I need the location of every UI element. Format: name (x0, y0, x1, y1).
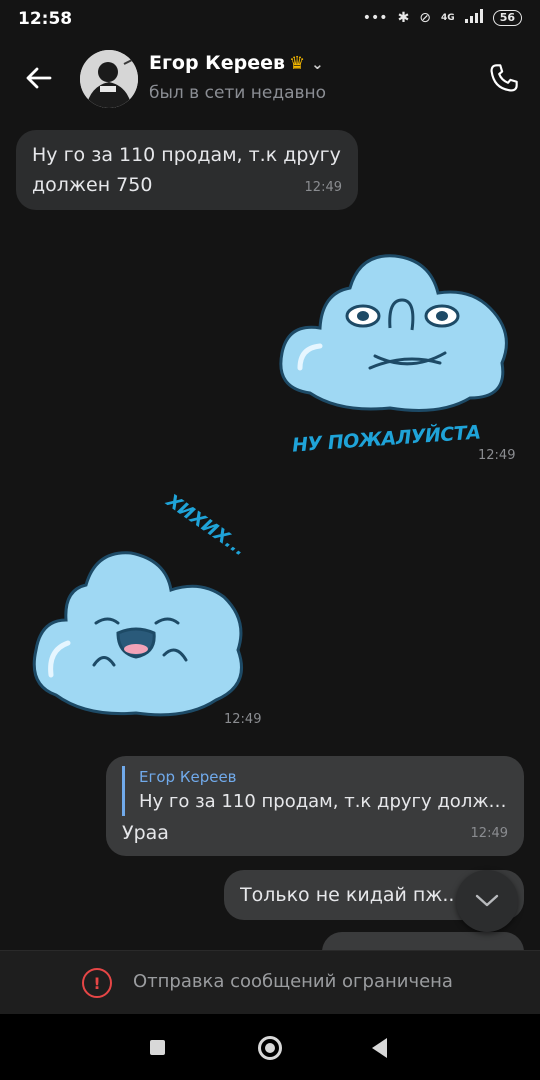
message-text: Ну го за 110 продам, т.к другу должен 75… (32, 144, 341, 196)
message-time: 12:49 (478, 448, 516, 463)
battery-icon: 56 (492, 10, 522, 26)
home-button[interactable] (258, 1036, 282, 1060)
status-bar: 12:58 ••• ✱ ⊘ 4G 56 (0, 0, 540, 38)
message-list[interactable]: Ну го за 110 продам, т.к другу должен 75… (0, 120, 540, 950)
outgoing-reply-message[interactable]: Егор Кереев Ну го за 110 продам, т.к дру… (106, 756, 524, 856)
back-button[interactable] (20, 60, 56, 96)
chevron-down-icon[interactable]: ⌄ (311, 55, 324, 73)
reply-text: Ну го за 110 продам, т.к другу долже... (139, 791, 512, 812)
contact-status: был в сети недавно (149, 83, 327, 103)
call-button[interactable] (484, 58, 524, 98)
reply-author: Егор Кереев (139, 768, 237, 786)
incoming-sticker[interactable]: ХИХИХ... 12:49 (24, 490, 284, 735)
restricted-text: Отправка сообщений ограничена (133, 971, 453, 992)
mute-icon: ⊘ (419, 10, 432, 26)
outgoing-sticker[interactable]: НУ ПОЖАЛУЙСТА 12:49 (270, 248, 530, 468)
network-label: 4G (441, 13, 455, 23)
signal-icon (464, 9, 483, 27)
message-text: Ураа (122, 822, 169, 844)
recents-button[interactable] (150, 1040, 165, 1055)
chevron-down-icon (475, 894, 499, 907)
cloud-giggle-sticker (32, 551, 243, 717)
scroll-to-bottom-button[interactable] (456, 870, 518, 932)
outgoing-message-partial[interactable] (322, 932, 524, 950)
navigation-bar (0, 1014, 540, 1080)
phone-icon (490, 64, 518, 92)
crown-icon: ♛ (289, 53, 306, 74)
incoming-message[interactable]: Ну го за 110 продам, т.к другу должен 75… (16, 130, 358, 210)
dots-icon: ••• (362, 10, 388, 26)
message-time: 12:49 (224, 712, 262, 727)
message-time: 12:49 (470, 826, 508, 841)
contact-name: Егор Кереев (149, 52, 285, 74)
status-time: 12:58 (18, 9, 73, 29)
restricted-bar: ! Отправка сообщений ограничена (0, 950, 540, 1014)
system-back-button[interactable] (372, 1038, 387, 1058)
message-time: 12:49 (304, 180, 342, 195)
warning-icon: ! (82, 968, 112, 998)
reply-quote[interactable]: Егор Кереев Ну го за 110 продам, т.к дру… (122, 766, 512, 816)
contact-name-row[interactable]: Егор Кереев ♛ ⌄ (149, 52, 324, 74)
status-icons: ••• ✱ ⊘ 4G 56 (363, 9, 522, 27)
avatar[interactable] (80, 50, 138, 108)
arrow-left-icon (26, 67, 52, 89)
chat-header: Егор Кереев ♛ ⌄ был в сети недавно (0, 38, 540, 120)
bluetooth-icon: ✱ (397, 10, 410, 26)
